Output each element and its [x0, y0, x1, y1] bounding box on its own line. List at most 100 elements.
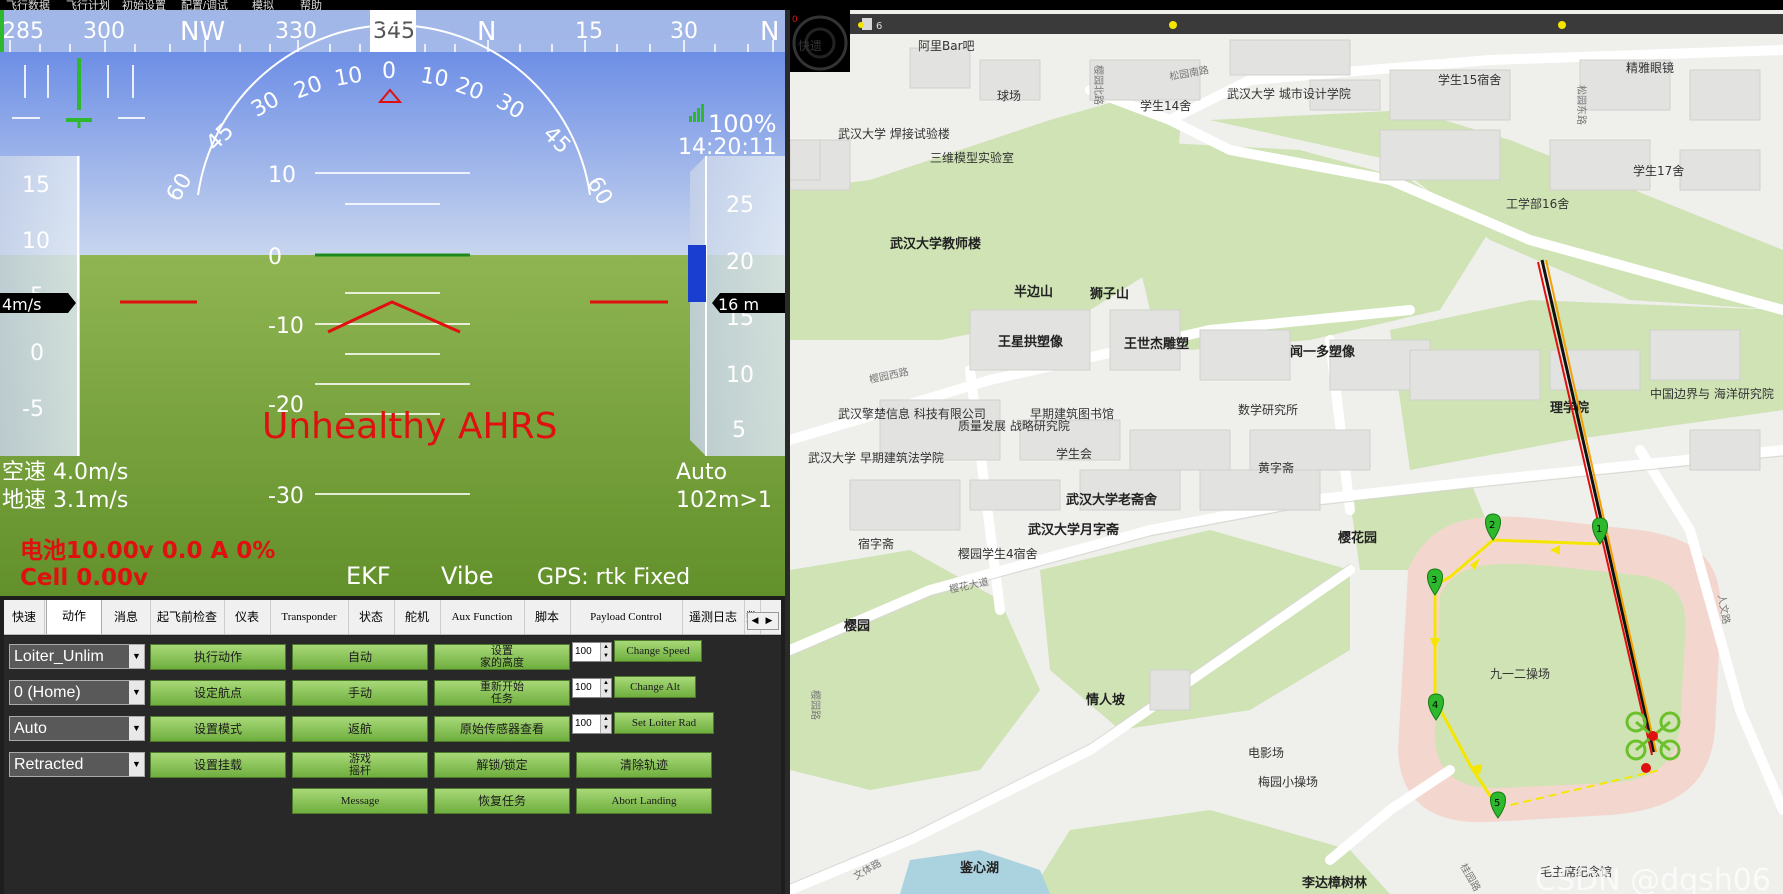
- dropdown-arrow-icon[interactable]: ▼: [129, 717, 144, 740]
- svg-text:工学部16舍: 工学部16舍: [1506, 196, 1569, 211]
- svg-text:4: 4: [1432, 700, 1438, 711]
- svg-text:王世杰雕塑: 王世杰雕塑: [1124, 336, 1189, 352]
- restart-mission-button[interactable]: 重新开始 任务: [434, 680, 570, 706]
- scroll-left-icon[interactable]: ◀: [748, 613, 762, 629]
- svg-text:0: 0: [792, 15, 798, 25]
- tab-aux-function[interactable]: Aux Function: [440, 600, 525, 634]
- dropdown-arrow-icon[interactable]: ▼: [129, 645, 144, 668]
- manual-button[interactable]: 手动: [292, 680, 428, 706]
- altitude-tape: 25 20 15 10 5 16 m: [688, 156, 785, 456]
- pitch-label: 0: [268, 245, 282, 270]
- heading-tick: NW: [180, 17, 225, 47]
- svg-text:武汉大学 焊接试验楼: 武汉大学 焊接试验楼: [838, 126, 950, 141]
- gps-status[interactable]: GPS: rtk Fixed: [537, 565, 690, 590]
- svg-text:5: 5: [1494, 798, 1500, 809]
- speed-spinbox[interactable]: 100 ▲ ▼: [572, 642, 612, 662]
- arm-disarm-button[interactable]: 解锁/锁定: [434, 752, 570, 778]
- auto-button[interactable]: 自动: [292, 644, 428, 670]
- svg-text:狮子山: 狮子山: [1089, 286, 1129, 302]
- svg-text:学生14舍: 学生14舍: [1140, 98, 1191, 113]
- loiter-rad-spinbox[interactable]: 100 ▲ ▼: [572, 714, 612, 734]
- alt-tick: 20: [726, 250, 754, 275]
- set-waypoint-button[interactable]: 设定航点: [150, 680, 286, 706]
- spin-arrows-icon[interactable]: ▲ ▼: [600, 679, 611, 697]
- alt-tick: 5: [732, 418, 746, 443]
- set-mode-button[interactable]: 设置模式: [150, 716, 286, 742]
- svg-text:李达樟树林: 李达樟树林: [1301, 875, 1367, 891]
- heading-tick: N: [760, 17, 779, 47]
- dropdown-arrow-icon[interactable]: ▼: [129, 681, 144, 704]
- set-mount-button[interactable]: 设置挂载: [150, 752, 286, 778]
- tab-transponder[interactable]: Transponder: [270, 600, 349, 634]
- action-panel: 快速 动作 消息 起飞前检查 仪表 Transponder 状态 舵机 Aux …: [0, 596, 785, 894]
- spin-arrows-icon[interactable]: ▲ ▼: [600, 715, 611, 733]
- menu-simulation[interactable]: 模拟: [252, 0, 274, 10]
- svg-text:武汉大学 城市设计学院: 武汉大学 城市设计学院: [1227, 86, 1351, 101]
- svg-text:樱园学生4宿舍: 樱园学生4宿舍: [958, 546, 1038, 561]
- svg-text:樱花园: 樱花园: [1338, 530, 1377, 546]
- svg-text:宿字斋: 宿字斋: [858, 536, 894, 551]
- tab-quick[interactable]: 快速: [4, 600, 45, 634]
- mount-select[interactable]: Retracted ▼: [9, 752, 145, 777]
- tab-scripts[interactable]: 脚本: [524, 600, 571, 634]
- roll-label: 10: [333, 62, 365, 91]
- timeline-bar[interactable]: [850, 14, 1783, 34]
- spin-arrows-icon[interactable]: ▲ ▼: [600, 643, 611, 661]
- actions-area: Loiter_Unlim ▼ 0 (Home) ▼ Auto ▼ Retracted ▼…: [4, 636, 781, 894]
- heading-tick: 330: [275, 19, 317, 44]
- svg-text:1: 1: [1596, 524, 1602, 535]
- tab-preflight[interactable]: 起飞前检查: [150, 600, 225, 634]
- tab-gauges[interactable]: 仪表: [224, 600, 271, 634]
- map-panel[interactable]: 6 0 快遗 阿里Bar吧 精雅眼镜 学生15宿舍 球场 武汉大学 城市设计学院…: [790, 10, 1783, 894]
- tab-status[interactable]: 状态: [348, 600, 395, 634]
- dropdown-arrow-icon[interactable]: ▼: [129, 753, 144, 776]
- menu-help[interactable]: 帮助: [300, 0, 322, 10]
- joystick-button[interactable]: 游戏 摇杆: [292, 752, 428, 778]
- menu-config-tuning[interactable]: 配置/调试: [181, 0, 228, 10]
- clear-track-button[interactable]: 清除轨迹: [576, 752, 712, 778]
- tab-servo[interactable]: 舵机: [394, 600, 441, 634]
- ahrs-warning: Unhealthy AHRS: [262, 406, 557, 447]
- svg-text:学生会: 学生会: [1056, 446, 1092, 461]
- change-speed-button[interactable]: Change Speed: [614, 640, 702, 662]
- resume-mission-button[interactable]: 恢复任务: [434, 788, 570, 814]
- flight-mode-readout: Auto: [676, 460, 727, 485]
- timeline-label: 6: [876, 21, 882, 32]
- speed-tick: 10: [22, 229, 50, 254]
- scroll-right-icon[interactable]: ▶: [762, 613, 776, 629]
- svg-text:樱园: 樱园: [844, 618, 870, 634]
- tab-scroll[interactable]: ◀ ▶: [747, 612, 779, 630]
- ekf-status[interactable]: EKF: [346, 562, 391, 590]
- waypoint-select[interactable]: 0 (Home) ▼: [9, 680, 145, 705]
- set-loiter-rad-button[interactable]: Set Loiter Rad: [614, 712, 714, 734]
- message-button[interactable]: Message: [292, 788, 428, 814]
- rtl-button[interactable]: 返航: [292, 716, 428, 742]
- speed-readout: 4m/s: [2, 295, 42, 314]
- do-action-button[interactable]: 执行动作: [150, 644, 286, 670]
- raw-sensor-view-button[interactable]: 原始传感器查看: [434, 716, 570, 742]
- svg-text:电影场: 电影场: [1248, 746, 1284, 760]
- svg-text:黄字斋: 黄字斋: [1258, 460, 1294, 475]
- svg-text:数学研究所: 数学研究所: [1238, 402, 1298, 417]
- menu-initial-setup[interactable]: 初始设置: [122, 0, 166, 10]
- svg-text:武汉大学 早期建筑法学院: 武汉大学 早期建筑法学院: [808, 450, 944, 465]
- tab-payload-control[interactable]: Payload Control: [570, 600, 683, 634]
- tab-telemetry-logs[interactable]: 遥测日志: [682, 600, 745, 634]
- menu-flight-plan[interactable]: 飞行计划: [66, 0, 110, 10]
- alt-tick: 10: [726, 363, 754, 388]
- svg-text:情人坡: 情人坡: [1086, 692, 1126, 708]
- change-alt-button[interactable]: Change Alt: [614, 676, 696, 698]
- tab-messages[interactable]: 消息: [102, 600, 151, 634]
- heading-tick: 15: [575, 19, 603, 44]
- vibe-status[interactable]: Vibe: [441, 562, 494, 590]
- abort-landing-button[interactable]: Abort Landing: [576, 788, 712, 814]
- mission-command-select[interactable]: Loiter_Unlim ▼: [9, 644, 145, 669]
- menu-flight-data[interactable]: 飞行数据: [6, 0, 50, 10]
- watermark: CSDN @dqsh06: [1535, 863, 1771, 894]
- svg-text:樱园北路: 樱园北路: [1092, 65, 1105, 105]
- mode-select[interactable]: Auto ▼: [9, 716, 145, 741]
- set-home-alt-button[interactable]: 设置 家的高度: [434, 644, 570, 670]
- tab-actions[interactable]: 动作: [46, 600, 102, 634]
- heading-tick: 285: [2, 19, 44, 44]
- alt-spinbox[interactable]: 100 ▲ ▼: [572, 678, 612, 698]
